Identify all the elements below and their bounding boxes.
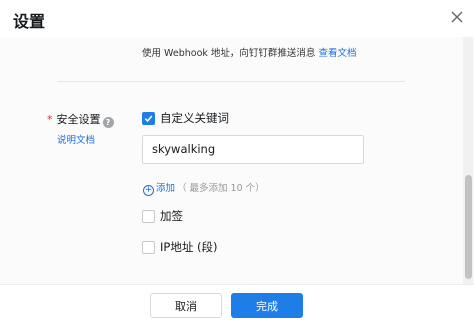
ip-range-checkbox[interactable]: [142, 241, 155, 254]
add-keyword-link[interactable]: 添加: [156, 183, 175, 194]
ip-range-label: IP地址 (段): [160, 240, 218, 254]
security-label-text: 安全设置: [56, 113, 101, 126]
custom-keyword-label: 自定义关键词: [160, 111, 229, 125]
scrollbar-thumb[interactable]: [465, 175, 472, 279]
keyword-input[interactable]: skywalking: [142, 135, 364, 164]
add-keyword-row: + 添加（ 最多添加 10 个）: [143, 180, 265, 196]
dialog-body: 使用 Webhook 地址，向钉钉群推送消息 查看文档 * 安全设置? 说明文档 …: [0, 37, 474, 284]
divider: [57, 81, 405, 82]
required-mark: *: [47, 113, 53, 126]
scrollbar[interactable]: [463, 37, 473, 284]
dialog-header: 设置: [0, 0, 474, 37]
cancel-button[interactable]: 取消: [150, 293, 222, 318]
signature-checkbox[interactable]: [142, 210, 155, 223]
add-limit-note: （ 最多添加 10 个）: [177, 183, 265, 194]
webhook-hint-text: 使用 Webhook 地址，向钉钉群推送消息: [142, 48, 316, 59]
close-icon[interactable]: [450, 10, 464, 24]
dialog-footer: 取消 完成: [0, 284, 474, 328]
help-icon[interactable]: ?: [102, 117, 114, 128]
dialog-title: 设置: [13, 12, 46, 31]
security-settings-label: * 安全设置?: [47, 111, 114, 128]
docs-link[interactable]: 说明文档: [57, 132, 95, 146]
done-button[interactable]: 完成: [231, 293, 303, 318]
webhook-hint: 使用 Webhook 地址，向钉钉群推送消息 查看文档: [142, 45, 356, 59]
custom-keyword-checkbox[interactable]: [142, 112, 155, 125]
signature-label: 加签: [160, 209, 183, 223]
view-docs-link[interactable]: 查看文档: [318, 48, 356, 59]
plus-circle-icon[interactable]: +: [143, 185, 154, 196]
